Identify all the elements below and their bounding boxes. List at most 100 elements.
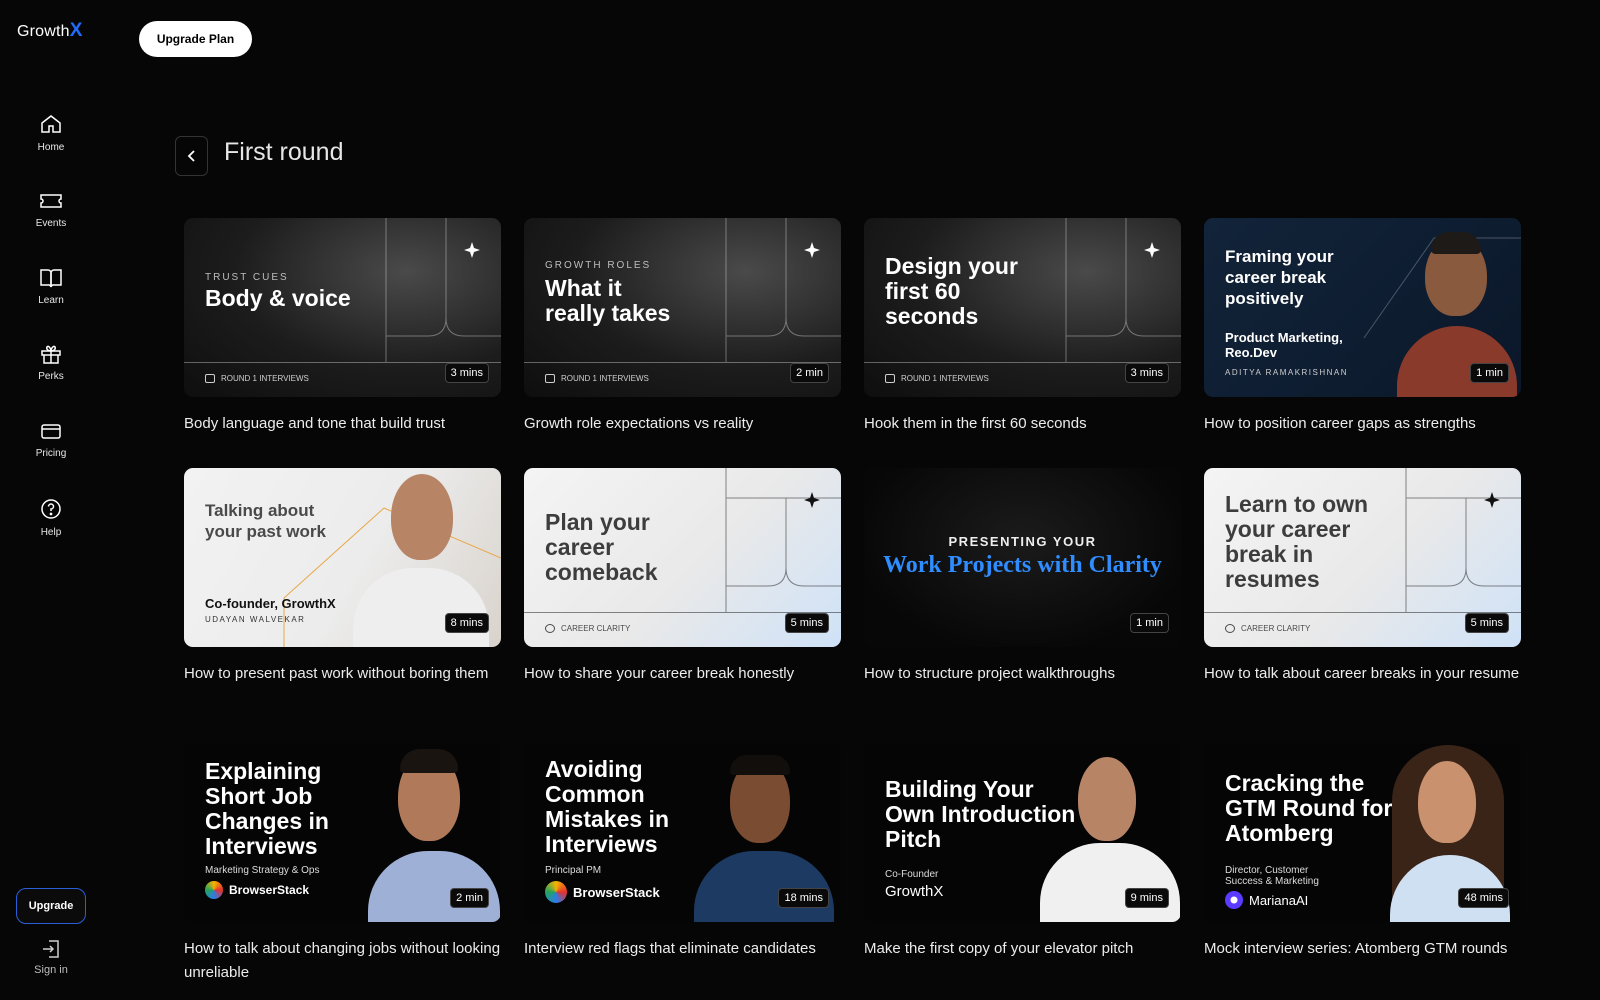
video-thumbnail: PRESENTING YOUR Work Projects with Clari… (864, 468, 1181, 647)
video-thumbnail: Learn to own your career break in resume… (1204, 468, 1521, 647)
video-title[interactable]: How to talk about career breaks in your … (1204, 662, 1521, 686)
sidebar-item-home[interactable]: Home (0, 112, 102, 153)
video-title[interactable]: Growth role expectations vs reality (524, 412, 841, 436)
video-thumbnail: Avoiding Common Mistakes in Interviews P… (524, 743, 841, 922)
thumb-subhead: Co-founder, GrowthX (205, 596, 336, 611)
sidebar-item-pricing[interactable]: Pricing (0, 420, 102, 459)
sidebar: GrowthX Home Events Learn Perks Pricing … (0, 0, 102, 1000)
sidebar-item-label: Learn (38, 295, 64, 306)
sidebar-item-help[interactable]: Help (0, 497, 102, 538)
duration-badge: 5 mins (784, 613, 829, 633)
thumb-headline: Plan your career comeback (545, 509, 658, 585)
duration-badge: 9 mins (1124, 888, 1169, 908)
duration-badge: 8 mins (444, 613, 489, 633)
thumb-tag-label: CAREER CLARITY (1241, 624, 1311, 633)
sign-in-button[interactable]: Sign in (0, 938, 102, 976)
video-card[interactable]: Cracking the GTM Round for Atomberg Dire… (1204, 743, 1521, 961)
video-title[interactable]: How to structure project walkthroughs (864, 662, 1181, 686)
video-thumbnail: Building Your Own Introduction Pitch Co-… (864, 743, 1181, 922)
video-card[interactable]: GROWTH ROLES What it really takes ROUND … (524, 218, 841, 436)
thumb-brand-label: BrowserStack (573, 884, 660, 900)
thumb-tag: ROUND 1 INTERVIEWS (885, 374, 989, 383)
video-card[interactable]: Building Your Own Introduction Pitch Co-… (864, 743, 1181, 961)
cap-icon (545, 374, 555, 383)
thumb-tag: CAREER CLARITY (1225, 624, 1310, 633)
sidebar-item-label: Events (35, 218, 67, 229)
video-title[interactable]: Mock interview series: Atomberg GTM roun… (1204, 937, 1521, 961)
video-thumbnail: TRUST CUES Body & voice ROUND 1 INTERVIE… (184, 218, 501, 397)
thumb-subhead: Product Marketing, Reo.Dev (1225, 330, 1343, 360)
thumb-headline: What it really takes (545, 275, 671, 326)
video-title[interactable]: How to present past work without boring … (184, 662, 501, 686)
sign-in-icon (43, 940, 59, 958)
sidebar-item-label: Help (40, 527, 62, 538)
video-title[interactable]: How to position career gaps as strengths (1204, 412, 1521, 436)
growthx-logo[interactable]: GrowthX (17, 20, 83, 42)
thumb-headline: Learn to own your career break in resume… (1225, 491, 1369, 592)
thumb-brand-label: GrowthX (885, 883, 944, 900)
duration-badge: 3 mins (1124, 363, 1169, 383)
thumb-role: Co-Founder (885, 869, 939, 880)
thumb-headline: Talking about your past work (205, 501, 326, 541)
video-card[interactable]: Framing your career break positively Pro… (1204, 218, 1521, 436)
thumb-brand: GrowthX (885, 883, 943, 900)
thumb-role: Marketing Strategy & Ops (205, 865, 320, 876)
eye-icon (545, 624, 555, 633)
thumb-tag-label: CAREER CLARITY (561, 624, 631, 633)
video-title[interactable]: Body language and tone that build trust (184, 412, 501, 436)
chevron-left-icon (187, 150, 195, 162)
video-card[interactable]: Explaining Short Job Changes in Intervie… (184, 743, 501, 985)
thumb-tag-label: ROUND 1 INTERVIEWS (221, 374, 309, 383)
help-icon (41, 499, 61, 519)
video-thumbnail: Explaining Short Job Changes in Intervie… (184, 743, 501, 922)
duration-badge: 48 mins (1458, 888, 1509, 908)
thumb-tag: ROUND 1 INTERVIEWS (205, 374, 309, 383)
video-title[interactable]: How to talk about changing jobs without … (184, 937, 501, 985)
thumb-tag-label: ROUND 1 INTERVIEWS (901, 374, 989, 383)
sidebar-item-label: Pricing (35, 448, 67, 459)
logo-text: Growth (17, 23, 70, 40)
home-icon (41, 115, 61, 133)
thumb-brand: MarianaAI (1225, 891, 1308, 909)
thumb-headline: Cracking the GTM Round for Atomberg (1225, 770, 1393, 846)
video-thumbnail: Design your first 60 seconds ROUND 1 INT… (864, 218, 1181, 397)
thumb-role: Director, Customer Success & Marketing (1225, 865, 1319, 887)
sidebar-item-learn[interactable]: Learn (0, 267, 102, 306)
video-card[interactable]: PRESENTING YOUR Work Projects with Clari… (864, 468, 1181, 686)
video-card[interactable]: Talking about your past work Co-founder,… (184, 468, 501, 686)
duration-badge: 18 mins (778, 888, 829, 908)
eye-icon (1225, 624, 1235, 633)
thumb-headline: Body & voice (205, 285, 351, 311)
page-title: First round (224, 138, 344, 166)
video-title[interactable]: How to share your career break honestly (524, 662, 841, 686)
duration-badge: 3 mins (444, 363, 489, 383)
video-title[interactable]: Make the first copy of your elevator pit… (864, 937, 1181, 961)
video-title[interactable]: Interview red flags that eliminate candi… (524, 937, 841, 961)
thumb-headline: Design your first 60 seconds (885, 253, 1018, 329)
duration-badge: 2 min (790, 363, 829, 383)
sidebar-item-events[interactable]: Events (0, 190, 102, 229)
thumb-tag: ROUND 1 INTERVIEWS (545, 374, 649, 383)
thumb-person: UDAYAN WALVEKAR (205, 615, 306, 624)
video-card[interactable]: TRUST CUES Body & voice ROUND 1 INTERVIE… (184, 218, 501, 436)
thumb-eyebrow: PRESENTING YOUR (948, 534, 1097, 549)
sidebar-item-perks[interactable]: Perks (0, 343, 102, 382)
thumb-brand-label: BrowserStack (229, 883, 310, 897)
video-card[interactable]: Avoiding Common Mistakes in Interviews P… (524, 743, 841, 961)
video-thumbnail: Talking about your past work Co-founder,… (184, 468, 501, 647)
video-thumbnail: Cracking the GTM Round for Atomberg Dire… (1204, 743, 1521, 922)
upgrade-plan-button[interactable]: Upgrade Plan (139, 21, 252, 57)
thumb-headline: Work Projects with Clarity (883, 552, 1162, 578)
video-card[interactable]: Learn to own your career break in resume… (1204, 468, 1521, 686)
video-title[interactable]: Hook them in the first 60 seconds (864, 412, 1181, 436)
upgrade-button[interactable]: Upgrade (16, 888, 86, 924)
sidebar-item-label: Home (37, 142, 65, 153)
back-button[interactable] (175, 136, 208, 176)
video-card[interactable]: Plan your career comeback CAREER CLARITY… (524, 468, 841, 686)
book-icon (40, 269, 62, 288)
thumb-tag-label: ROUND 1 INTERVIEWS (561, 374, 649, 383)
video-card[interactable]: Design your first 60 seconds ROUND 1 INT… (864, 218, 1181, 436)
thumb-brand-label: MarianaAI (1249, 892, 1309, 908)
thumb-headline: Explaining Short Job Changes in Intervie… (205, 758, 329, 859)
gift-icon (41, 345, 61, 364)
